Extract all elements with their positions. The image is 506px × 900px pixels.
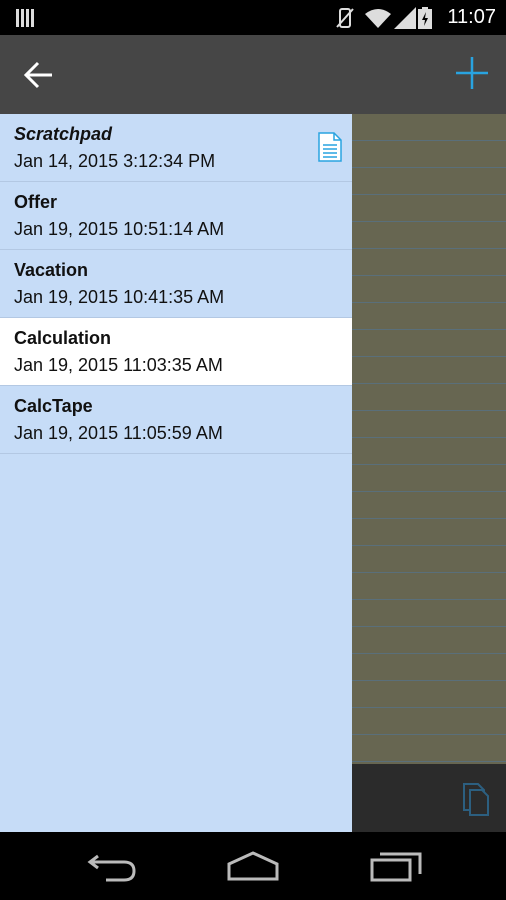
nav-home-icon[interactable] — [226, 850, 280, 882]
note-date: Jan 19, 2015 10:51:14 AM — [14, 219, 225, 239]
nav-recents-icon[interactable] — [370, 850, 422, 882]
list-item-selected[interactable]: Calculation Jan 19, 2015 11:03:35 AM — [0, 318, 352, 386]
notes-list: Scratchpad Jan 14, 2015 3:12:34 PM Offer… — [0, 114, 352, 832]
note-date: Jan 19, 2015 10:41:35 AM — [14, 287, 225, 307]
battery-charging-icon — [418, 7, 432, 29]
list-item[interactable]: Vacation Jan 19, 2015 10:41:35 AM — [0, 250, 352, 318]
note-title: Offer — [14, 192, 58, 212]
notepad-toolbar — [352, 764, 506, 832]
wifi-icon — [365, 9, 391, 28]
barcode-icon — [16, 9, 34, 27]
note-date: Jan 19, 2015 11:03:35 AM — [14, 355, 223, 375]
note-date: Jan 14, 2015 3:12:34 PM — [14, 151, 216, 171]
copy-icon[interactable] — [462, 782, 492, 816]
signal-icon — [394, 7, 416, 29]
note-title: Calculation — [14, 328, 112, 348]
back-arrow-icon[interactable] — [18, 55, 58, 95]
list-item[interactable]: Offer Jan 19, 2015 10:51:14 AM — [0, 182, 352, 250]
system-nav-bar — [0, 832, 506, 900]
document-icon[interactable] — [318, 132, 342, 162]
notepad-preview[interactable] — [352, 114, 506, 764]
note-title: Vacation — [14, 260, 89, 280]
add-note-icon[interactable] — [454, 55, 490, 91]
note-title: CalcTape — [14, 396, 93, 416]
status-bar: 11:07 — [0, 0, 506, 35]
note-title: Scratchpad — [14, 124, 113, 144]
list-item[interactable]: CalcTape Jan 19, 2015 11:05:59 AM — [0, 386, 352, 454]
app-bar — [0, 35, 506, 114]
note-date: Jan 19, 2015 11:05:59 AM — [14, 423, 223, 443]
nav-back-icon[interactable] — [86, 850, 138, 882]
list-item[interactable]: Scratchpad Jan 14, 2015 3:12:34 PM — [0, 114, 352, 182]
content-area: Scratchpad Jan 14, 2015 3:12:34 PM Offer… — [0, 114, 506, 832]
vibrate-off-icon — [336, 8, 354, 28]
clock: 11:07 — [447, 6, 496, 28]
